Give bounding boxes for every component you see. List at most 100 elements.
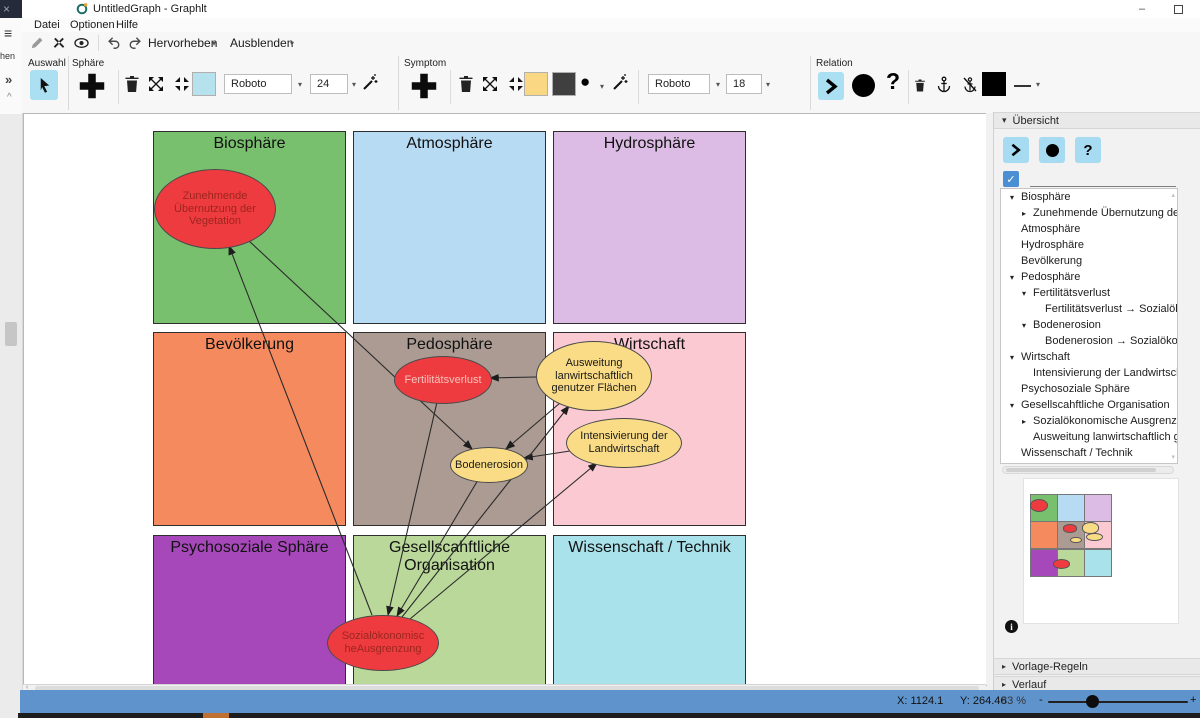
graph-canvas[interactable]: BiosphäreAtmosphäreHydrosphäreBevölkerun… <box>23 113 987 686</box>
node-shape-circle-icon[interactable]: ● <box>580 72 590 92</box>
vorlage-regeln-header[interactable]: ▸ Vorlage-Regeln <box>994 658 1200 675</box>
menu-hilfe[interactable]: Hilfe <box>116 19 138 31</box>
delete-symptom-icon[interactable] <box>458 74 474 94</box>
tree-item[interactable]: Bevölkerung <box>1001 253 1177 269</box>
magic-wand-icon[interactable] <box>362 74 379 91</box>
tree-item[interactable]: ▾Pedosphäre <box>1001 269 1177 285</box>
tree-toggle-icon[interactable]: ▸ <box>1022 417 1033 426</box>
chevron-down-icon[interactable]: ▾ <box>352 80 356 89</box>
zoom-slider-thumb[interactable] <box>1086 695 1099 708</box>
symptom-fill-swatch[interactable] <box>524 72 548 96</box>
relation-question-tool-button[interactable]: ? <box>886 68 900 95</box>
relation-dot-tool-button[interactable] <box>852 74 875 97</box>
expand-size-icon[interactable] <box>482 76 498 92</box>
tree-item[interactable]: Intensivierung der Landwirtschaft <box>1001 365 1177 381</box>
scroll-up-icon[interactable]: ▴ <box>1171 191 1175 199</box>
eye-icon[interactable] <box>74 37 89 49</box>
relation-arrow-tool-button[interactable] <box>818 72 844 100</box>
tree-item[interactable]: Fertilitätsverlust → Sozialökonomische A… <box>1001 301 1177 317</box>
delete-sphere-icon[interactable] <box>124 74 140 94</box>
anchor-off-icon[interactable] <box>962 76 978 93</box>
chevron-down-icon[interactable]: ▾ <box>298 80 302 89</box>
info-icon[interactable]: i <box>1005 620 1018 633</box>
restore-button[interactable] <box>1166 2 1190 16</box>
add-sphere-button[interactable] <box>74 68 110 104</box>
tree-item[interactable]: ▾Wirtschaft <box>1001 349 1177 365</box>
shrink-size-icon[interactable] <box>508 76 524 92</box>
tree-item[interactable]: Ausweitung lanwirtschaftlich genutzer Fl… <box>1001 429 1177 445</box>
close-icon[interactable]: × <box>3 2 10 16</box>
zoom-out-button[interactable]: - <box>1039 694 1043 706</box>
minimize-button[interactable]: – <box>1130 2 1154 16</box>
zoom-slider-track[interactable] <box>1048 701 1188 703</box>
menu-datei[interactable]: Datei <box>34 19 60 31</box>
tree-toggle-icon[interactable]: ▾ <box>1022 289 1033 298</box>
add-symptom-button[interactable] <box>406 68 442 104</box>
graph-node[interactable]: Fertilitätsverlust <box>394 356 492 404</box>
tree-hscrollbar-thumb[interactable] <box>1006 468 1156 472</box>
tree-item[interactable]: ▾Bodenerosion <box>1001 317 1177 333</box>
tree-toggle-icon[interactable]: ▸ <box>1022 209 1033 218</box>
line-style-sample[interactable] <box>1014 85 1031 87</box>
graph-node[interactable]: Ausweitung lanwirtschaftlich genutzer Fl… <box>536 341 652 411</box>
chevron-down-icon[interactable]: ▾ <box>290 39 294 48</box>
graph-node[interactable]: Bodenerosion <box>450 447 528 483</box>
chevron-down-icon[interactable]: ▾ <box>716 80 720 89</box>
tree-item[interactable]: Atmosphäre <box>1001 221 1177 237</box>
zoom-in-button[interactable]: + <box>1190 694 1196 706</box>
tree-item[interactable]: ▾Gesellscahftliche Organisation <box>1001 397 1177 413</box>
magic-wand-icon[interactable] <box>612 74 629 91</box>
shrink-size-icon[interactable] <box>174 76 190 92</box>
undo-icon[interactable] <box>106 36 121 50</box>
expand-size-icon[interactable] <box>148 76 164 92</box>
edit-pencil-icon[interactable] <box>30 36 44 50</box>
scroll-down-icon[interactable]: ▾ <box>1171 453 1175 461</box>
filter-question-button[interactable]: ? <box>1075 137 1101 163</box>
tree-item[interactable]: ▸Zunehmende Übernutzung der Vegetation <box>1001 205 1177 221</box>
filter-dot-button[interactable] <box>1039 137 1065 163</box>
menu-optionen[interactable]: Optionen <box>70 19 115 31</box>
uebersicht-header[interactable]: ▾ Übersicht <box>994 112 1200 129</box>
tree-toggle-icon[interactable]: ▾ <box>1010 193 1021 202</box>
filter-checkbox[interactable]: ✓ <box>1003 171 1019 187</box>
select-tool-button[interactable] <box>30 70 58 100</box>
sphere-color-swatch[interactable] <box>192 72 216 96</box>
ausblenden-dropdown[interactable]: Ausblenden <box>230 36 293 50</box>
chevron-down-icon[interactable]: ▾ <box>766 80 770 89</box>
tree-toggle-icon[interactable]: ▾ <box>1010 273 1021 282</box>
symptom-font-select[interactable]: Roboto <box>648 74 710 94</box>
hervorheben-dropdown[interactable]: Hervorheben <box>148 36 217 50</box>
graph-node[interactable]: Intensivierung der Landwirtschaft <box>566 418 682 468</box>
expand-panel-icon[interactable]: » <box>5 72 12 87</box>
chevron-down-icon[interactable]: ▾ <box>600 82 604 91</box>
scroll-up-icon[interactable]: ^ <box>7 92 12 103</box>
tree-toggle-icon[interactable]: ▾ <box>1010 401 1021 410</box>
minimap[interactable] <box>1023 478 1179 624</box>
crossed-tools-icon[interactable] <box>52 36 66 50</box>
tree-item[interactable]: Wissenschaft / Technik <box>1001 445 1177 461</box>
sphere-font-select[interactable]: Roboto <box>224 74 292 94</box>
tree-toggle-icon[interactable]: ▾ <box>1010 353 1021 362</box>
tree-item[interactable]: ▾Biosphäre <box>1001 189 1177 205</box>
chevron-down-icon[interactable]: ▾ <box>1036 80 1040 89</box>
tree-item[interactable]: Psychosoziale Sphäre <box>1001 381 1177 397</box>
symptom-border-swatch[interactable] <box>552 72 576 96</box>
tree-hscrollbar[interactable] <box>1002 466 1174 474</box>
relation-color-swatch[interactable] <box>982 72 1006 96</box>
canvas-vscrollbar[interactable] <box>986 113 993 685</box>
filter-relation-button[interactable] <box>1003 137 1029 163</box>
left-scrollbar-thumb[interactable] <box>5 322 17 346</box>
delete-relation-icon[interactable] <box>914 78 926 93</box>
hamburger-menu-icon[interactable]: ≡ <box>4 25 12 41</box>
sphere-fontsize-select[interactable]: 24 <box>310 74 348 94</box>
anchor-icon[interactable] <box>936 76 952 93</box>
graph-node[interactable]: Sozialökonomisc heAusgrenzung <box>327 615 439 671</box>
tree-item[interactable]: Bodenerosion → Sozialökonomische Ausgren… <box>1001 333 1177 349</box>
tree-item[interactable]: ▸Sozialökonomische Ausgrenzung <box>1001 413 1177 429</box>
symptom-fontsize-select[interactable]: 18 <box>726 74 762 94</box>
chevron-down-icon[interactable]: ▾ <box>212 39 216 48</box>
redo-icon[interactable] <box>128 36 143 50</box>
search-input[interactable] <box>1030 170 1176 187</box>
graph-node[interactable]: Zunehmende Übernutzung der Vegetation <box>154 169 276 249</box>
tree-toggle-icon[interactable]: ▾ <box>1022 321 1033 330</box>
